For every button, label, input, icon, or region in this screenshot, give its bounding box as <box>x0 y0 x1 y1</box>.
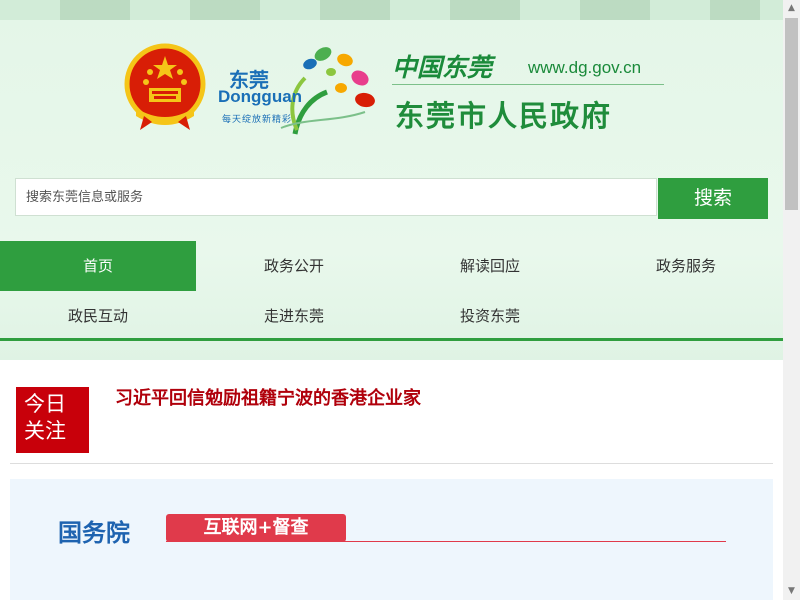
nav-item-interaction[interactable]: 政民互动 <box>0 291 196 341</box>
vertical-scrollbar[interactable]: ▲ ▼ <box>783 0 800 600</box>
search-box <box>15 178 657 216</box>
badge-line-1: 今日 <box>24 392 66 416</box>
site-url: www.dg.gov.cn <box>528 58 642 77</box>
logo-dongguan-english: Dongguan <box>218 87 303 106</box>
badge-line-2: 关注 <box>24 419 66 443</box>
header: 东莞 Dongguan 每天绽放新精彩 中国东莞 www.dg.gov.cn 东… <box>0 0 783 360</box>
headline-link[interactable]: 习近平回信勉励祖籍宁波的香港企业家 <box>115 384 421 410</box>
nav-item-gov-affairs-public[interactable]: 政务公开 <box>196 241 392 291</box>
calligraphy-title: 中国东莞 <box>392 53 493 82</box>
scroll-down-arrow-icon[interactable]: ▼ <box>783 583 800 600</box>
nav-item-invest-dongguan[interactable]: 投资东莞 <box>392 291 588 341</box>
banner-tag-underline <box>166 541 726 542</box>
top-decoration-strip <box>0 0 783 20</box>
government-name-title: 东莞市人民政府 <box>395 99 613 133</box>
logo-slogan: 每天绽放新精彩 <box>222 115 293 125</box>
header-divider <box>392 84 664 85</box>
today-focus-badge: 今日 关注 <box>16 387 89 453</box>
nav-item-about-dongguan[interactable]: 走进东莞 <box>196 291 392 341</box>
section-divider <box>10 463 773 464</box>
banner-title: 国务院 <box>58 519 130 547</box>
page: 东莞 Dongguan 每天绽放新精彩 中国东莞 www.dg.gov.cn 东… <box>0 0 783 600</box>
scroll-up-arrow-icon[interactable]: ▲ <box>783 0 800 17</box>
nav-item-home[interactable]: 首页 <box>0 241 196 291</box>
main-nav: 首页 政务公开 解读回应 政务服务 政民互动 走进东莞 投资东莞 <box>0 241 783 341</box>
search-input[interactable] <box>16 179 626 215</box>
national-emblem-icon <box>124 43 206 130</box>
scrollbar-thumb[interactable] <box>785 18 798 210</box>
nav-bottom-border <box>0 338 783 341</box>
banner-tag: 互联网+督查 <box>166 514 346 542</box>
search-button[interactable]: 搜索 <box>658 178 768 219</box>
nav-item-gov-services[interactable]: 政务服务 <box>588 241 783 291</box>
nav-item-interpretation[interactable]: 解读回应 <box>392 241 588 291</box>
